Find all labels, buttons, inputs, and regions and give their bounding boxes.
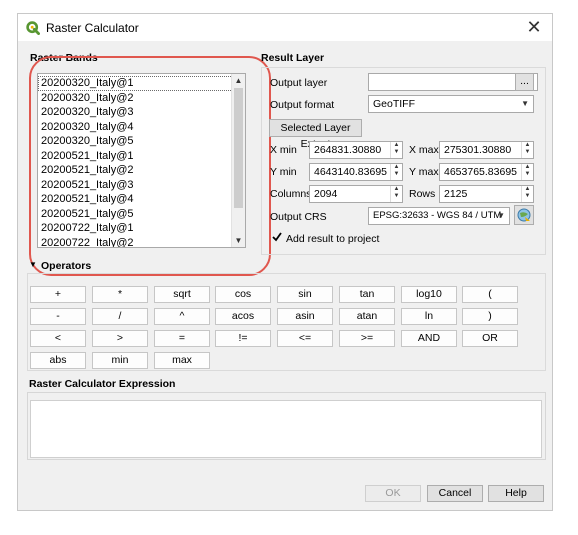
output-layer-input[interactable] — [368, 73, 538, 91]
globe-projection-icon — [517, 208, 531, 222]
ymax-input[interactable]: 4653765.83695 ▲ ▼ — [439, 163, 534, 181]
raster-calculator-dialog: Raster Calculator ✕ Raster Bands 2020032… — [17, 13, 553, 511]
rows-label: Rows — [409, 188, 436, 200]
operator-button[interactable]: AND — [401, 330, 457, 347]
chevron-down-icon: ▼ — [521, 99, 529, 108]
spinner-arrows-icon[interactable]: ▲ ▼ — [390, 142, 402, 158]
ok-button[interactable]: OK — [365, 485, 421, 502]
operator-button[interactable]: >= — [339, 330, 395, 347]
output-format-label: Output format — [270, 99, 335, 111]
operator-button[interactable]: tan — [339, 286, 395, 303]
operator-button[interactable]: != — [215, 330, 271, 347]
ymin-input[interactable]: 4643140.83695 ▲ ▼ — [309, 163, 403, 181]
selected-layer-extent-button[interactable]: Selected Layer Extent — [269, 119, 362, 150]
operator-button[interactable]: cos — [215, 286, 271, 303]
xmax-label: X max — [409, 144, 439, 156]
xmax-input[interactable]: 275301.30880 ▲ ▼ — [439, 141, 534, 159]
qgis-logo-icon — [26, 21, 40, 35]
operator-button[interactable]: < — [30, 330, 86, 347]
ymax-label: Y max — [409, 166, 439, 178]
operator-button[interactable]: atan — [339, 308, 395, 325]
output-crs-select[interactable]: EPSG:32633 - WGS 84 / UTM ▼ — [368, 207, 510, 225]
help-button[interactable]: Help — [488, 485, 544, 502]
operator-button[interactable]: ln — [401, 308, 457, 325]
xmax-value: 275301.30880 — [444, 144, 512, 156]
operator-button[interactable]: ( — [462, 286, 518, 303]
ymax-value: 4653765.83695 — [444, 166, 517, 178]
operator-button[interactable]: OR — [462, 330, 518, 347]
crs-selector-button[interactable] — [514, 205, 534, 225]
collapse-arrow-icon[interactable]: ▼ — [29, 260, 37, 269]
operator-button[interactable]: <= — [277, 330, 333, 347]
operator-button[interactable]: + — [30, 286, 86, 303]
browse-button[interactable]: ... — [515, 73, 534, 91]
operator-button[interactable]: = — [154, 330, 210, 347]
expression-textarea[interactable] — [30, 400, 542, 458]
xmin-label: X min — [270, 144, 297, 156]
spinner-arrows-icon[interactable]: ▲ ▼ — [521, 164, 533, 180]
operator-button[interactable]: acos — [215, 308, 271, 325]
expression-label: Raster Calculator Expression — [29, 378, 176, 390]
operator-button[interactable]: abs — [30, 352, 86, 369]
columns-value: 2094 — [314, 188, 338, 200]
close-button[interactable]: ✕ — [524, 17, 544, 37]
rows-value: 2125 — [444, 188, 468, 200]
ymin-label: Y min — [270, 166, 297, 178]
spinner-arrows-icon[interactable]: ▲ ▼ — [521, 142, 533, 158]
operator-button[interactable]: ^ — [154, 308, 210, 325]
columns-label: Columns — [270, 188, 312, 200]
spinner-arrows-icon[interactable]: ▲ ▼ — [521, 186, 533, 202]
xmin-value: 264831.30880 — [314, 144, 382, 156]
output-crs-value: EPSG:32633 - WGS 84 / UTM — [373, 210, 502, 221]
add-result-checkbox[interactable] — [271, 231, 282, 242]
output-format-select[interactable]: GeoTIFF ▼ — [368, 95, 534, 113]
operator-button[interactable]: * — [92, 286, 148, 303]
title-bar: Raster Calculator ✕ — [18, 14, 552, 41]
operator-button[interactable]: asin — [277, 308, 333, 325]
ymin-value: 4643140.83695 — [314, 166, 387, 178]
operator-button[interactable]: sqrt — [154, 286, 210, 303]
operator-button[interactable]: max — [154, 352, 210, 369]
output-layer-label: Output layer — [270, 77, 328, 89]
chevron-down-icon: ▼ — [497, 211, 505, 220]
red-highlight-outline — [29, 56, 271, 276]
result-layer-label: Result Layer — [261, 52, 325, 64]
window-title: Raster Calculator — [46, 21, 139, 35]
operator-button[interactable]: log10 — [401, 286, 457, 303]
output-crs-label: Output CRS — [270, 211, 327, 223]
add-result-label: Add result to project — [286, 233, 380, 245]
cancel-button[interactable]: Cancel — [427, 485, 483, 502]
xmin-input[interactable]: 264831.30880 ▲ ▼ — [309, 141, 403, 159]
spinner-arrows-icon[interactable]: ▲ ▼ — [390, 164, 402, 180]
operator-button[interactable]: ) — [462, 308, 518, 325]
columns-input[interactable]: 2094 ▲ ▼ — [309, 185, 403, 203]
operator-button[interactable]: sin — [277, 286, 333, 303]
operator-button[interactable]: min — [92, 352, 148, 369]
operator-button[interactable]: > — [92, 330, 148, 347]
operator-button[interactable]: - — [30, 308, 86, 325]
checkmark-icon — [272, 232, 282, 242]
rows-input[interactable]: 2125 ▲ ▼ — [439, 185, 534, 203]
operator-button[interactable]: / — [92, 308, 148, 325]
spinner-arrows-icon[interactable]: ▲ ▼ — [390, 186, 402, 202]
close-icon: ✕ — [526, 17, 542, 37]
output-format-value: GeoTIFF — [373, 98, 416, 110]
operators-label: Operators — [41, 260, 92, 272]
